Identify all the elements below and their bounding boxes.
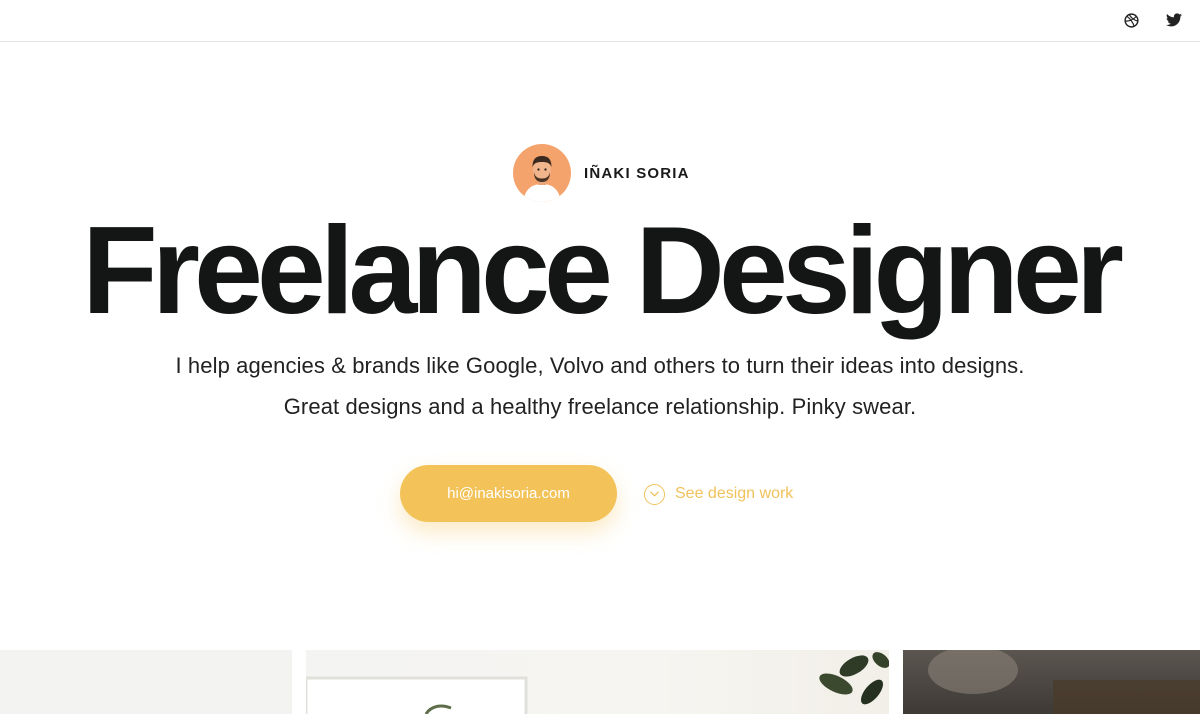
plant-frame-image: [306, 652, 889, 714]
hero-headline: Freelance Designer: [81, 202, 1124, 340]
portfolio-thumbnail[interactable]: [306, 650, 889, 714]
author-name: IÑAKI SORIA: [584, 164, 690, 182]
twitter-icon[interactable]: [1165, 11, 1183, 29]
see-design-work-label: See design work: [675, 485, 794, 502]
dribbble-icon[interactable]: [1122, 11, 1140, 29]
chevron-down-icon: [644, 483, 665, 505]
portfolio-thumbnail[interactable]: [903, 650, 1200, 714]
hero-tagline-line2: Great designs and a healthy freelance re…: [283, 394, 917, 419]
interior-image: [928, 650, 1200, 714]
avatar-illustration: [523, 156, 561, 202]
avatar: [513, 144, 571, 202]
hero-tagline-line1: I help agencies & brands like Google, Vo…: [175, 353, 1025, 378]
email-button[interactable]: hi@inakisoria.com: [400, 465, 617, 522]
top-bar: [0, 0, 1200, 42]
portfolio-thumbnail[interactable]: [0, 650, 292, 714]
see-design-work-link[interactable]: See design work: [644, 482, 793, 506]
author-identity: IÑAKI SORIA: [513, 143, 690, 203]
